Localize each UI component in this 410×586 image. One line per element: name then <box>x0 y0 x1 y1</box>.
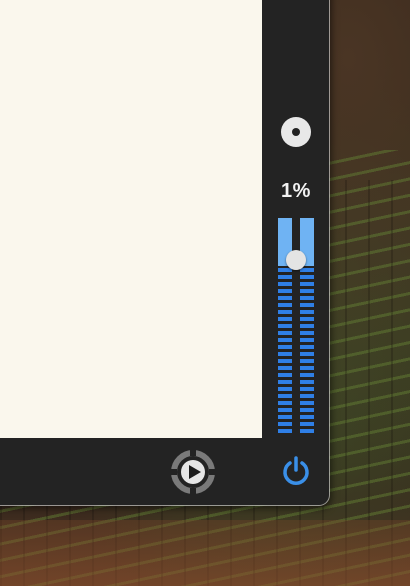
meter-segment <box>300 268 314 272</box>
meter-segment <box>300 317 314 321</box>
meter-segment <box>278 338 292 342</box>
meter-segment <box>300 338 314 342</box>
meter-segment <box>300 331 314 335</box>
volume-meter-right[interactable] <box>300 218 314 434</box>
meter-segment <box>300 289 314 293</box>
meter-segment <box>278 422 292 426</box>
meter-segment <box>278 401 292 405</box>
eject-disc-button[interactable] <box>281 117 311 147</box>
volume-meter-left[interactable] <box>278 218 292 434</box>
meter-segment <box>300 422 314 426</box>
play-circle-icon <box>170 449 216 495</box>
meter-segment <box>278 303 292 307</box>
meter-segment <box>300 275 314 279</box>
meter-segment <box>278 408 292 412</box>
power-button[interactable] <box>280 455 312 487</box>
meter-segment <box>300 387 314 391</box>
play-button[interactable] <box>170 449 216 495</box>
meter-segment <box>300 345 314 349</box>
disc-icon <box>292 128 300 136</box>
meter-segment <box>300 310 314 314</box>
meter-segment <box>278 317 292 321</box>
content-pane <box>0 0 262 438</box>
meter-segment <box>278 359 292 363</box>
meter-segment <box>300 408 314 412</box>
meter-segment <box>278 331 292 335</box>
meter-segment <box>300 415 314 419</box>
meter-segment <box>300 373 314 377</box>
meter-segment <box>300 429 314 433</box>
meter-segment <box>300 352 314 356</box>
meter-segment <box>278 289 292 293</box>
meter-segment <box>300 401 314 405</box>
meter-segment <box>278 324 292 328</box>
meter-segment <box>278 366 292 370</box>
meter-segment <box>300 366 314 370</box>
meter-segment <box>278 380 292 384</box>
volume-percentage: 1% <box>281 180 311 202</box>
meter-segment <box>300 303 314 307</box>
meter-segment <box>278 310 292 314</box>
meter-segment <box>278 296 292 300</box>
meter-segment <box>300 324 314 328</box>
power-icon <box>283 456 309 485</box>
meter-segment <box>278 282 292 286</box>
meter-segment <box>300 282 314 286</box>
meter-segment <box>278 275 292 279</box>
meter-segment <box>278 387 292 391</box>
meter-segment <box>300 394 314 398</box>
meter-segment <box>300 359 314 363</box>
meter-segment <box>278 394 292 398</box>
meter-segment <box>278 429 292 433</box>
meter-segment <box>300 296 314 300</box>
meter-segment <box>300 380 314 384</box>
volume-slider-knob[interactable] <box>286 250 306 270</box>
meter-segment <box>278 373 292 377</box>
meter-segment <box>278 415 292 419</box>
meter-segment <box>278 345 292 349</box>
meter-segment <box>278 352 292 356</box>
